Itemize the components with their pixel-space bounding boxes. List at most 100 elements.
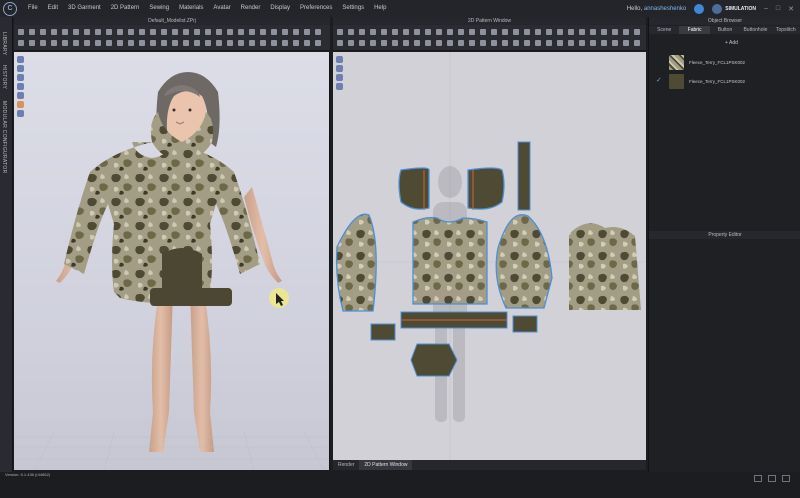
view-control-icon[interactable] (17, 83, 24, 90)
tool-icon[interactable] (172, 29, 178, 35)
tool-icon[interactable] (238, 40, 244, 46)
app-logo-icon[interactable]: C (3, 1, 17, 16)
cloud-sync-icon[interactable] (694, 3, 705, 14)
tool-icon[interactable] (337, 40, 343, 46)
tool-icon[interactable] (304, 29, 310, 35)
tool-icon[interactable] (480, 40, 486, 46)
tool-icon[interactable] (359, 29, 365, 35)
tool-icon[interactable] (480, 29, 486, 35)
tool-icon[interactable] (436, 29, 442, 35)
tool-icon[interactable] (348, 40, 354, 46)
tool-icon[interactable] (249, 29, 255, 35)
tool-icon[interactable] (161, 29, 167, 35)
tool-icon[interactable] (172, 40, 178, 46)
tool-icon[interactable] (29, 40, 35, 46)
tool-icon[interactable] (95, 29, 101, 35)
tool-icon[interactable] (117, 29, 123, 35)
tool-icon[interactable] (392, 40, 398, 46)
view-control-icon[interactable] (336, 83, 343, 90)
tool-icon[interactable] (205, 40, 211, 46)
tool-icon[interactable] (40, 29, 46, 35)
tool-icon[interactable] (194, 29, 200, 35)
simulation-button[interactable]: SIMULATION (712, 3, 756, 14)
tool-icon[interactable] (469, 40, 475, 46)
tool-icon[interactable] (590, 29, 596, 35)
tool-icon[interactable] (194, 40, 200, 46)
tab-topstitch[interactable]: Topstitch (771, 26, 800, 34)
tool-icon[interactable] (491, 40, 497, 46)
tool-icon[interactable] (84, 29, 90, 35)
tool-icon[interactable] (612, 29, 618, 35)
tool-icon[interactable] (260, 29, 266, 35)
tool-icon[interactable] (447, 40, 453, 46)
tool-icon[interactable] (590, 40, 596, 46)
menu-edit[interactable]: Edit (43, 0, 63, 17)
menu-avatar[interactable]: Avatar (208, 0, 235, 17)
tool-icon[interactable] (271, 40, 277, 46)
tool-icon[interactable] (403, 29, 409, 35)
tool-icon[interactable] (425, 29, 431, 35)
tool-icon[interactable] (95, 40, 101, 46)
tool-icon[interactable] (491, 29, 497, 35)
menu-materials[interactable]: Materials (174, 0, 208, 17)
library-tab[interactable]: LIBRARY (1, 32, 7, 55)
menu-3d-garment[interactable]: 3D Garment (63, 0, 106, 17)
tool-icon[interactable] (414, 40, 420, 46)
tool-icon[interactable] (293, 29, 299, 35)
tool-icon[interactable] (458, 29, 464, 35)
tool-icon[interactable] (51, 29, 57, 35)
tool-icon[interactable] (227, 40, 233, 46)
pattern-pieces[interactable] (335, 141, 641, 377)
view-control-icon[interactable] (336, 56, 343, 63)
tool-icon[interactable] (315, 40, 321, 46)
tool-icon[interactable] (568, 40, 574, 46)
menu-display[interactable]: Display (265, 0, 295, 17)
tab-2d-pattern-window[interactable]: 2D Pattern Window (359, 460, 413, 470)
tool-icon[interactable] (139, 29, 145, 35)
tab-fabric[interactable]: Fabric (679, 26, 710, 34)
layout-icon[interactable] (782, 475, 790, 482)
tab-buttonhole[interactable]: Buttonhole (740, 26, 770, 34)
tool-icon[interactable] (612, 40, 618, 46)
tool-icon[interactable] (18, 29, 24, 35)
tool-icon[interactable] (128, 40, 134, 46)
tool-icon[interactable] (634, 29, 640, 35)
minimize-icon[interactable]: – (764, 5, 768, 12)
tool-icon[interactable] (106, 29, 112, 35)
tool-icon[interactable] (183, 29, 189, 35)
user-greeting[interactable]: Hello, annasheshenko (627, 6, 686, 12)
tool-icon[interactable] (436, 40, 442, 46)
tool-icon[interactable] (51, 40, 57, 46)
tool-icon[interactable] (183, 40, 189, 46)
tool-icon[interactable] (238, 29, 244, 35)
tool-icon[interactable] (139, 40, 145, 46)
close-icon[interactable]: ✕ (788, 5, 794, 13)
tool-icon[interactable] (623, 29, 629, 35)
tool-icon[interactable] (348, 29, 354, 35)
tool-icon[interactable] (414, 29, 420, 35)
tool-icon[interactable] (502, 40, 508, 46)
username[interactable]: annasheshenko (644, 6, 686, 12)
menu-file[interactable]: File (23, 0, 43, 17)
tool-icon[interactable] (535, 40, 541, 46)
tool-icon[interactable] (260, 40, 266, 46)
menu-2d-pattern[interactable]: 2D Pattern (106, 0, 145, 17)
tool-icon[interactable] (117, 40, 123, 46)
tool-icon[interactable] (29, 29, 35, 35)
tool-icon[interactable] (73, 40, 79, 46)
tool-icon[interactable] (634, 40, 640, 46)
tool-icon[interactable] (128, 29, 134, 35)
view-control-icon[interactable] (17, 74, 24, 81)
tool-icon[interactable] (359, 40, 365, 46)
tool-icon[interactable] (392, 29, 398, 35)
tool-icon[interactable] (18, 40, 24, 46)
view-control-icon[interactable] (336, 65, 343, 72)
layout-icon[interactable] (768, 475, 776, 482)
menu-settings[interactable]: Settings (337, 0, 369, 17)
menu-help[interactable]: Help (369, 0, 391, 17)
tool-icon[interactable] (601, 29, 607, 35)
tool-icon[interactable] (62, 40, 68, 46)
tool-icon[interactable] (623, 40, 629, 46)
fabric-list-item[interactable]: Fleece_Terry_FCL1PSK002 (649, 53, 800, 71)
view-control-icon[interactable] (17, 110, 24, 117)
